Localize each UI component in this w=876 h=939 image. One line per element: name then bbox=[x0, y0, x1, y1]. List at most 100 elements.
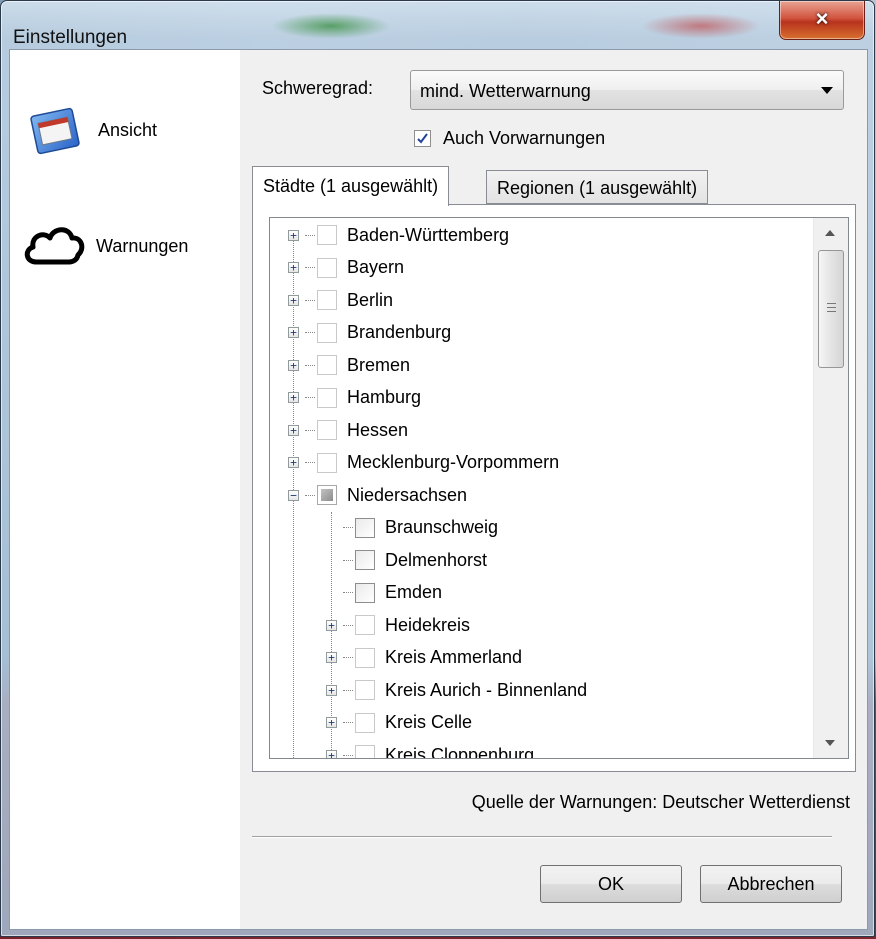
expand-icon[interactable]: + bbox=[288, 229, 299, 241]
tree-connector bbox=[343, 754, 353, 756]
sidebar-item-ansicht[interactable]: Ansicht bbox=[24, 100, 157, 160]
expand-icon[interactable]: + bbox=[288, 424, 299, 436]
tab-panel-staedte: + Baden-Württemberg + Bayern + Berlin + Branden… bbox=[252, 204, 856, 772]
tree-item-label: Bremen bbox=[347, 354, 411, 375]
sidebar-item-warnungen[interactable]: Warnungen bbox=[22, 216, 188, 276]
tree-item-label: Baden-Württemberg bbox=[347, 224, 510, 245]
tree-item-label: Kreis Celle bbox=[385, 712, 473, 732]
tree-checkbox[interactable] bbox=[355, 550, 375, 570]
tree-checkbox[interactable] bbox=[355, 745, 375, 758]
severity-label: Schweregrad: bbox=[262, 78, 374, 98]
expand-icon[interactable]: + bbox=[288, 327, 299, 338]
tree-item[interactable]: + Bremen bbox=[288, 349, 410, 381]
tree-checkbox[interactable] bbox=[355, 647, 375, 668]
tree-item[interactable]: Emden bbox=[326, 577, 442, 609]
severity-selected-value: mind. Wetterwarnung bbox=[420, 81, 591, 101]
tree-connector bbox=[343, 657, 353, 658]
tree-checkbox[interactable] bbox=[317, 452, 337, 473]
tree-connector bbox=[305, 299, 315, 301]
tree-checkbox[interactable] bbox=[355, 680, 375, 700]
window-title: Einstellungen bbox=[13, 27, 128, 48]
scroll-up-icon[interactable] bbox=[825, 230, 835, 236]
close-button[interactable]: × bbox=[779, 1, 865, 40]
tree-connector bbox=[305, 429, 315, 431]
severity-dropdown[interactable]: mind. Wetterwarnung bbox=[410, 70, 844, 110]
tree-item[interactable]: + Brandenburg bbox=[288, 317, 451, 349]
tab-staedte[interactable]: Städte (1 ausgewählt) bbox=[252, 166, 450, 206]
expand-icon[interactable]: + bbox=[326, 619, 337, 631]
tree-item-label: Braunschweig bbox=[385, 517, 499, 537]
checkmark-icon bbox=[417, 133, 428, 144]
tree-item-label: Kreis Ammerland bbox=[385, 647, 523, 667]
dialog-client-area: Ansicht Warnungen Schweregrad: mind. Wet… bbox=[9, 49, 868, 930]
tree-checkbox[interactable] bbox=[317, 387, 337, 408]
tree-checkbox[interactable] bbox=[317, 225, 337, 245]
tree-connector bbox=[305, 332, 315, 333]
title-bar[interactable]: Einstellungen × bbox=[1, 1, 874, 49]
expand-icon[interactable]: + bbox=[288, 457, 299, 468]
tree-item[interactable]: + Baden-Württemberg bbox=[288, 219, 509, 251]
collapse-icon[interactable]: − bbox=[288, 489, 299, 501]
expand-icon[interactable]: + bbox=[326, 749, 337, 758]
tree-connector bbox=[305, 494, 315, 496]
expand-icon[interactable]: + bbox=[288, 294, 299, 306]
tree-checkbox[interactable] bbox=[355, 582, 375, 603]
cloud-icon bbox=[22, 216, 85, 276]
prewarnings-label: Auch Vorwarnungen bbox=[443, 128, 606, 148]
tree-item-label: Heidekreis bbox=[385, 614, 471, 635]
tree-connector bbox=[343, 689, 353, 691]
tree-checkbox[interactable] bbox=[317, 420, 337, 440]
tree-scrollbar[interactable] bbox=[813, 218, 848, 758]
tree-checkbox[interactable] bbox=[317, 355, 337, 375]
tree-checkbox[interactable] bbox=[317, 290, 337, 310]
tree-checkbox[interactable] bbox=[317, 485, 337, 505]
prewarnings-option[interactable]: Auch Vorwarnungen bbox=[414, 128, 605, 149]
tree-item-label: Bayern bbox=[347, 257, 405, 277]
tree-connector bbox=[305, 397, 315, 398]
tree-item-label: Kreis Cloppenburg bbox=[385, 744, 535, 759]
tab-regionen[interactable]: Regionen (1 ausgewählt) bbox=[486, 170, 709, 204]
settings-panel: Schweregrad: mind. Wetterwarnung Auch Vo… bbox=[240, 50, 867, 929]
ok-button[interactable]: OK bbox=[540, 865, 682, 903]
grip-line bbox=[827, 311, 836, 312]
tree-connector bbox=[305, 267, 315, 268]
cancel-button[interactable]: Abbrechen bbox=[700, 865, 842, 903]
tree-item[interactable]: + Bayern bbox=[288, 252, 404, 284]
scroll-down-icon[interactable] bbox=[825, 740, 835, 746]
tree-item[interactable]: + Hamburg bbox=[288, 382, 421, 414]
tree-checkbox[interactable] bbox=[317, 322, 337, 343]
tree-checkbox[interactable] bbox=[355, 615, 375, 635]
tree-connector bbox=[343, 559, 353, 561]
tree-item[interactable]: Braunschweig bbox=[326, 512, 498, 544]
expand-icon[interactable]: + bbox=[288, 392, 299, 403]
title-bar-background bbox=[271, 13, 391, 39]
tree-item[interactable]: + Kreis Ammerland bbox=[326, 642, 522, 674]
tree-item[interactable]: + Kreis Cloppenburg bbox=[326, 739, 535, 759]
expand-icon[interactable]: + bbox=[288, 262, 299, 273]
tree-item[interactable]: − Niedersachsen bbox=[288, 479, 467, 511]
tree-item[interactable]: + Berlin bbox=[288, 284, 393, 316]
tree-item[interactable]: + Kreis Celle bbox=[326, 707, 472, 739]
settings-dialog: Einstellungen × Ansicht Warnungen Schwer… bbox=[0, 0, 875, 937]
tree-checkbox[interactable] bbox=[317, 257, 337, 278]
tree-item-label: Niedersachsen bbox=[347, 484, 468, 505]
tree-item[interactable]: + Heidekreis bbox=[326, 609, 470, 641]
tree-connector bbox=[305, 234, 315, 236]
expand-icon[interactable]: + bbox=[326, 684, 337, 696]
tree-connector bbox=[305, 462, 315, 463]
tree-item[interactable]: + Kreis Aurich - Binnenland bbox=[326, 674, 587, 706]
prewarnings-checkbox[interactable] bbox=[414, 130, 431, 147]
expand-icon[interactable]: + bbox=[326, 717, 337, 728]
chevron-down-icon bbox=[821, 87, 833, 94]
scroll-thumb[interactable] bbox=[818, 250, 844, 368]
tree-item-label: Kreis Aurich - Binnenland bbox=[385, 679, 588, 700]
tree-item[interactable]: + Hessen bbox=[288, 414, 408, 446]
expand-icon[interactable]: + bbox=[326, 652, 337, 663]
city-tree[interactable]: + Baden-Württemberg + Bayern + Berlin + Branden… bbox=[269, 217, 849, 759]
tree-item[interactable]: Delmenhorst bbox=[326, 544, 487, 576]
expand-icon[interactable]: + bbox=[288, 359, 299, 371]
tree-item-label: Delmenhorst bbox=[385, 549, 488, 570]
tree-checkbox[interactable] bbox=[355, 517, 375, 538]
tree-item[interactable]: + Mecklenburg-Vorpommern bbox=[288, 447, 559, 479]
tree-checkbox[interactable] bbox=[355, 712, 375, 733]
